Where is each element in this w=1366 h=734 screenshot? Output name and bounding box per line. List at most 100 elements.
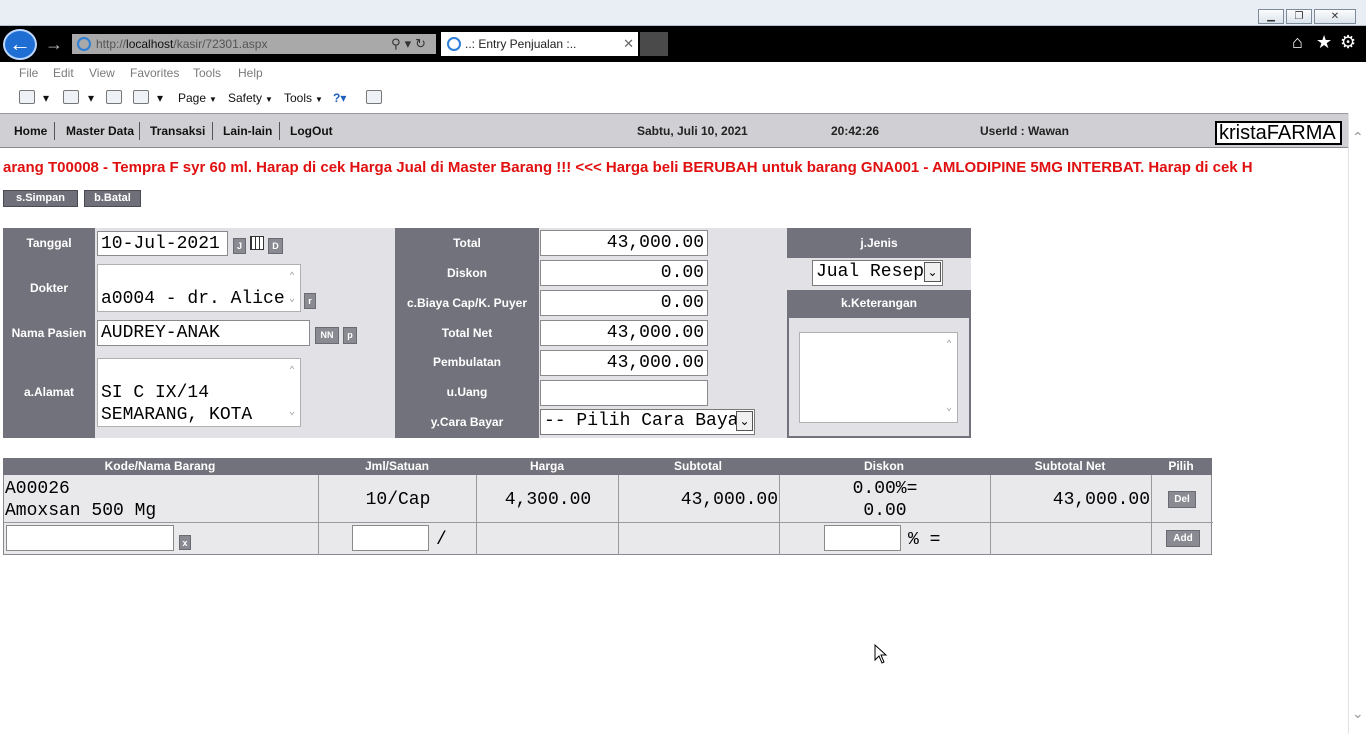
back-arrow-icon: ←	[9, 31, 31, 56]
new-item-qty-input[interactable]	[352, 525, 429, 551]
home-cmd-icon[interactable]	[19, 90, 35, 104]
item-subtotal: 43,000.00	[680, 490, 778, 510]
pasien-input[interactable]: AUDREY-ANAK	[97, 320, 310, 346]
alamat-textarea[interactable]: SI C IX/14 SEMARANG, KOTA ⌃ ⌄	[97, 358, 301, 427]
tab-close-icon[interactable]: ✕	[623, 32, 634, 56]
close-window-button[interactable]: ✕	[1314, 9, 1356, 24]
feeds-icon[interactable]	[63, 90, 79, 104]
price-change-marquee: arang T00008 - Tempra F syr 60 ml. Harap…	[0, 158, 1348, 180]
browser-commandbar: ▾ ▾ ▾ Page ▼ Safety ▼ Tools ▼ ?▾	[0, 84, 1366, 112]
jenis-select[interactable]: Jual Resep ⌄	[812, 260, 943, 286]
scroll-down-icon[interactable]: ⌄	[1352, 705, 1364, 722]
nav-separator	[139, 122, 140, 140]
label-diskon: Diskon	[446, 266, 487, 280]
item-diskon-val: 0.00	[863, 501, 907, 521]
page-menu[interactable]: Page ▼	[178, 91, 217, 105]
diskon-input[interactable]: 0.00	[540, 260, 708, 286]
new-item-code-input[interactable]	[6, 525, 174, 551]
menu-favorites[interactable]: Favorites	[130, 66, 179, 80]
forward-button[interactable]: →	[45, 35, 63, 53]
uang-input[interactable]	[540, 380, 708, 406]
col-kode-nama: Kode/Nama Barang	[104, 459, 216, 473]
new-item-discount-input[interactable]	[824, 525, 901, 551]
nav-transaksi[interactable]: Transaksi	[150, 124, 205, 138]
refresh-icon[interactable]: ↻	[415, 36, 430, 51]
textarea-scrollbar[interactable]: ⌃ ⌄	[286, 361, 298, 424]
label-totalnet: Total Net	[441, 326, 493, 340]
tab-entry-penjualan[interactable]: ..: Entry Penjualan :.. ✕	[441, 32, 638, 56]
address-bar[interactable]: http://localhost/kasir/72301.aspx ⚲▾↻	[72, 34, 436, 54]
label-uang: u.Uang	[446, 385, 488, 399]
cancel-button[interactable]: b.Batal	[84, 190, 141, 207]
dokter-textarea[interactable]: a0004 - dr. Alice Sutedjo Lisa, . ⌃⌄	[97, 264, 301, 312]
label-biaya: c.Biaya Cap/K. Puyer	[406, 296, 528, 310]
keterangan-textarea[interactable]: ⌃ ⌄	[799, 332, 958, 423]
item-harga: 4,300.00	[504, 490, 592, 510]
app-navbar: Home Master Data Transaksi Lain-lain Log…	[0, 113, 1348, 148]
clear-item-button[interactable]: x	[179, 535, 191, 550]
ie-page-icon	[77, 37, 91, 51]
chevron-down-icon: ⌄	[924, 262, 941, 282]
menu-view[interactable]: View	[89, 66, 115, 80]
favorites-star-icon[interactable]: ★	[1316, 32, 1332, 53]
jenis-value: Jual Resep	[816, 262, 925, 282]
add-item-button[interactable]: Add	[1166, 530, 1200, 547]
carabayar-select[interactable]: -- Pilih Cara Bayar -- ⌄	[540, 409, 755, 435]
nav-master-data[interactable]: Master Data	[66, 124, 134, 138]
chevron-down-icon[interactable]: ▾	[88, 91, 94, 105]
menu-file[interactable]: File	[19, 66, 38, 80]
menu-edit[interactable]: Edit	[53, 66, 74, 80]
restore-button[interactable]: ❐	[1286, 9, 1312, 24]
calendar-icon[interactable]	[250, 236, 264, 250]
safety-menu[interactable]: Safety ▼	[228, 91, 273, 105]
column-divider	[990, 475, 991, 555]
items-table-body: A00026 Amoxsan 500 Mg 10/Cap 4,300.00 43…	[3, 475, 1213, 555]
label-carabayar: y.Cara Bayar	[430, 415, 504, 429]
totalnet-input[interactable]: 43,000.00	[540, 320, 708, 346]
browser-address-row: ← → http://localhost/kasir/72301.aspx ⚲▾…	[0, 26, 1366, 62]
print-icon[interactable]	[133, 90, 149, 104]
new-tab-button[interactable]	[640, 32, 668, 56]
home-icon[interactable]: ⌂	[1292, 32, 1303, 53]
chevron-down-icon[interactable]: ▾	[43, 91, 49, 105]
current-date: Sabtu, Juli 10, 2021	[637, 124, 748, 138]
nav-home[interactable]: Home	[14, 124, 47, 138]
menu-tools[interactable]: Tools	[193, 66, 221, 80]
user-id: UserId : Wawan	[980, 124, 1069, 138]
qty-unit-separator: /	[436, 530, 447, 550]
scroll-up-icon[interactable]: ⌃	[1352, 129, 1364, 146]
window-controls: ▁ ❐ ✕	[1258, 9, 1356, 24]
research-icon[interactable]	[366, 90, 382, 104]
nav-lain-lain[interactable]: Lain-lain	[223, 124, 272, 138]
item-diskon-pct: 0.00%=	[852, 479, 918, 499]
total-input[interactable]: 43,000.00	[540, 230, 708, 256]
column-divider	[318, 475, 319, 555]
date-j-button[interactable]: J	[233, 238, 246, 254]
tools-menu[interactable]: Tools ▼	[284, 91, 323, 105]
delete-item-button[interactable]: Del	[1168, 491, 1196, 508]
page-scrollbar[interactable]: ⌃ ⌄	[1348, 113, 1366, 734]
mail-icon[interactable]	[106, 90, 122, 104]
col-subtotal-net: Subtotal Net	[1034, 459, 1106, 473]
date-d-button[interactable]: D	[268, 238, 283, 254]
help-icon[interactable]: ?▾	[333, 91, 346, 105]
dokter-r-button[interactable]: r	[304, 293, 316, 309]
pembulatan-input[interactable]: 43,000.00	[540, 350, 708, 376]
menu-help[interactable]: Help	[238, 66, 263, 80]
address-tools: ⚲▾↻	[391, 34, 430, 54]
tanggal-input[interactable]: 10-Jul-2021	[97, 231, 228, 256]
chevron-down-icon[interactable]: ▾	[157, 91, 163, 105]
search-icon[interactable]: ⚲	[391, 36, 405, 51]
dokter-value: a0004 - dr. Alice Sutedjo Lisa, .	[101, 289, 285, 309]
save-button[interactable]: s.Simpan	[3, 190, 78, 207]
dropdown-icon[interactable]: ▾	[405, 36, 416, 51]
textarea-scrollbar[interactable]: ⌃ ⌄	[286, 267, 298, 309]
minimize-button[interactable]: ▁	[1258, 9, 1284, 24]
pasien-nn-button[interactable]: NN	[315, 327, 339, 344]
back-button[interactable]: ←	[3, 29, 37, 60]
textarea-scrollbar[interactable]: ⌃ ⌄	[943, 335, 955, 420]
biaya-input[interactable]: 0.00	[540, 290, 708, 316]
pasien-p-button[interactable]: p	[343, 327, 357, 344]
settings-gear-icon[interactable]: ⚙	[1340, 32, 1356, 53]
nav-logout[interactable]: LogOut	[290, 124, 333, 138]
